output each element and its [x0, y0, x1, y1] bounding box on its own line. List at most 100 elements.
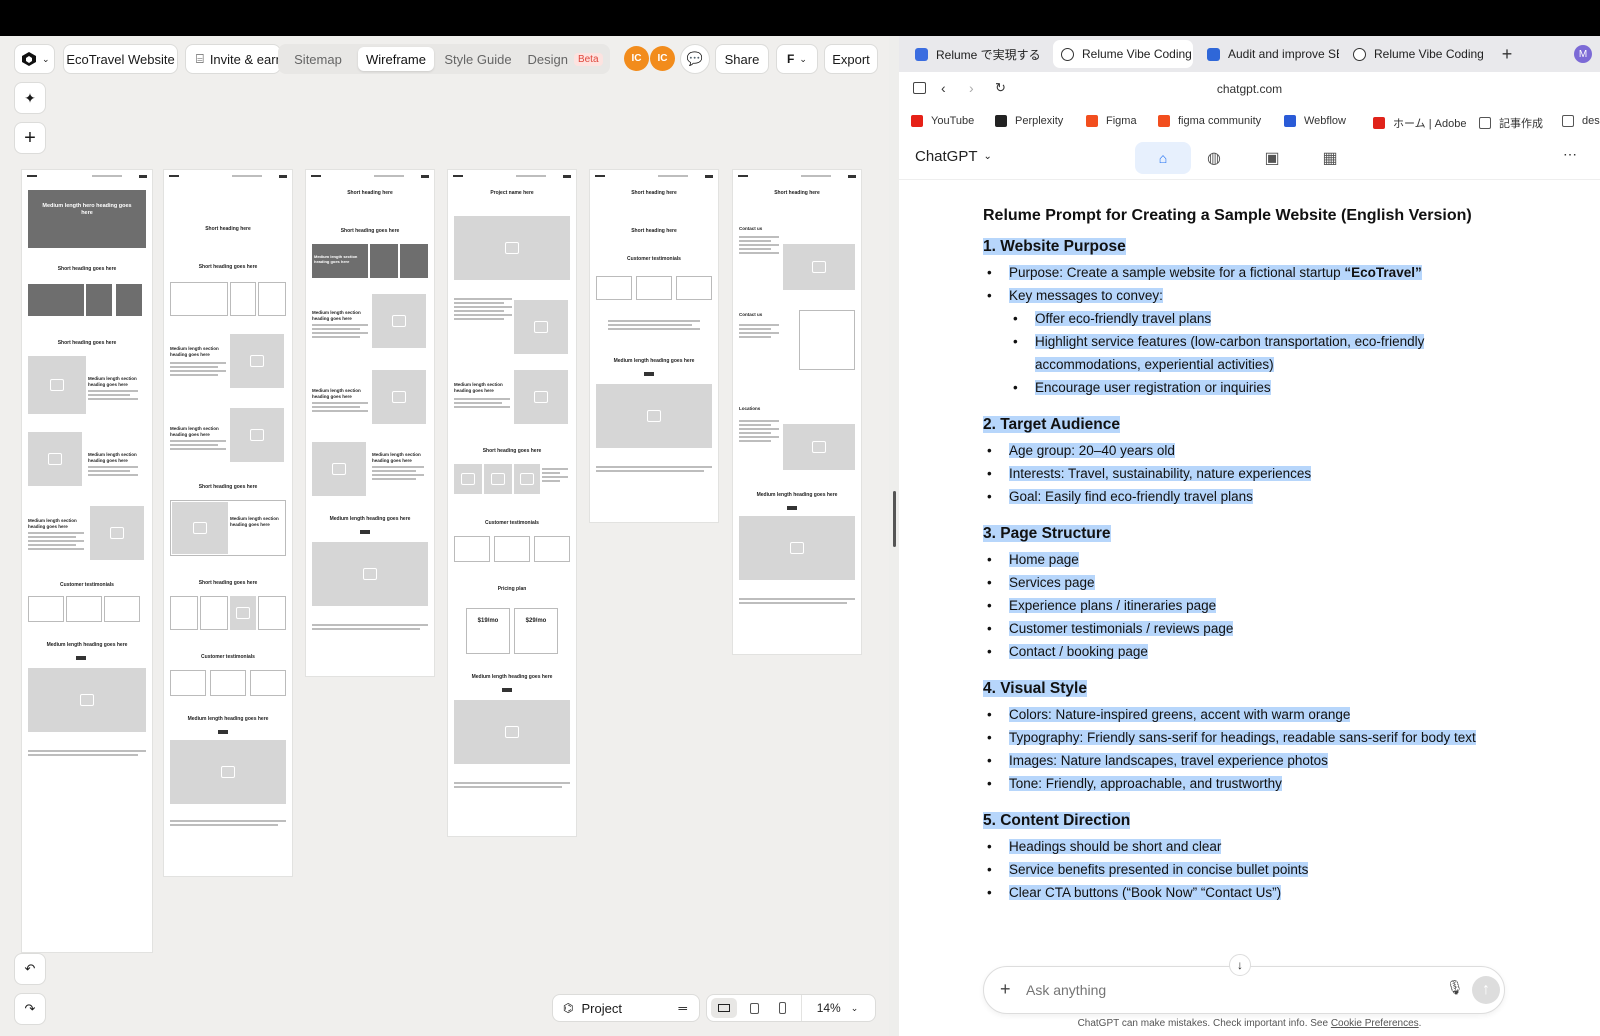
- bookmark-item[interactable]: ホーム | Adobe: [1373, 115, 1466, 131]
- cta-button: [644, 372, 654, 376]
- bookmark-item[interactable]: Perplexity: [995, 115, 1063, 127]
- image-placeholder: [454, 216, 570, 280]
- list-item-text: Images: Nature landscapes, travel experi…: [1009, 753, 1328, 768]
- new-tab-button[interactable]: +: [1495, 42, 1519, 66]
- chevron-down-icon: ⌄: [850, 1002, 859, 1013]
- arrow-down-icon: ↓: [1237, 958, 1243, 972]
- cta-button: [218, 730, 228, 734]
- list-item-text: Offer eco-friendly travel plans: [1035, 311, 1212, 326]
- image-placeholder: [28, 668, 146, 732]
- bookmark-item[interactable]: 記事作成: [1479, 115, 1543, 131]
- body-text-line: [739, 432, 771, 434]
- wireframe-page: Short heading here Short heading goes her…: [164, 170, 292, 876]
- body-text-line: [454, 406, 510, 408]
- body-text-line: [312, 324, 368, 326]
- list-item-text: Goal: Easily find eco-friendly travel pl…: [1009, 489, 1253, 504]
- wireframe-heading: Medium length heading goes here: [329, 516, 411, 522]
- browser-tab[interactable]: Audit and improve SE: [1199, 40, 1339, 68]
- feature-card: [258, 596, 286, 630]
- list-item-text: Colors: Nature-inspired greens, accent w…: [1009, 707, 1351, 722]
- feature-card: [400, 244, 428, 278]
- more-options-icon[interactable]: ⋯: [1563, 146, 1577, 163]
- url-text[interactable]: chatgpt.com: [899, 82, 1600, 96]
- body-text-line: [739, 602, 847, 604]
- bookmark-label: Perplexity: [1015, 115, 1064, 127]
- nav-button: [848, 175, 856, 178]
- microphone-icon[interactable]: 🎙: [1446, 979, 1464, 996]
- profile-avatar[interactable]: M: [1574, 45, 1592, 63]
- body-text-line: [88, 466, 138, 468]
- message-sections: 1. Website Purpose Purpose: Create a samp…: [983, 235, 1503, 904]
- wireframe-heading: Short heading here: [631, 190, 677, 196]
- list-item-text: Encourage user registration or inquiries: [1035, 380, 1271, 395]
- chat-input[interactable]: [1026, 979, 1406, 1001]
- resize-handle[interactable]: [893, 491, 896, 547]
- globe-icon: ◍: [1207, 150, 1221, 167]
- redo-button[interactable]: ↷: [14, 993, 46, 1025]
- browser-tab[interactable]: Relume Vibe Coding: [1345, 40, 1485, 68]
- browser-window: Relume で実現する「Vi Relume Vibe Coding Audit…: [899, 36, 1600, 1036]
- bookmark-label: Webflow: [1304, 115, 1346, 127]
- wireframe-heading: Customer testimonials: [485, 520, 539, 526]
- split-view-divider[interactable]: [889, 36, 899, 1036]
- wireframe-page: Short heading here Contact us Contact us Lo…: [733, 170, 861, 654]
- drag-handle-icon: ═: [678, 1001, 687, 1015]
- wireframe-heading: Short heading here: [774, 190, 820, 196]
- pricing-card: [514, 608, 558, 654]
- browser-tab-bar: Relume で実現する「Vi Relume Vibe Coding Audit…: [899, 36, 1600, 72]
- zoom-select[interactable]: 14% ⌄: [801, 995, 873, 1021]
- bookmark-item[interactable]: Webflow: [1284, 115, 1346, 127]
- nav-logo: [27, 175, 37, 177]
- message-section: 2. Target Audience Age group: 20–40 years…: [983, 413, 1503, 508]
- section-heading-text: 4. Visual Style: [983, 680, 1087, 697]
- testimonial-card: [170, 670, 206, 696]
- bookmark-item[interactable]: YouTube: [911, 115, 974, 127]
- home-tab[interactable]: ⌂: [1135, 142, 1191, 174]
- undo-button[interactable]: ↶: [14, 953, 46, 985]
- image-placeholder: [514, 370, 568, 424]
- list-item-text: Customer testimonials / reviews page: [1009, 621, 1234, 636]
- body-text-line: [372, 474, 424, 476]
- body-text-line: [88, 474, 138, 476]
- nav-logo: [595, 175, 605, 177]
- wireframe-heading: Locations: [739, 406, 761, 411]
- bookmark-label: Figma: [1106, 115, 1137, 127]
- image-placeholder: [783, 424, 855, 470]
- redo-icon: ↷: [24, 1001, 36, 1016]
- calendar-tab[interactable]: ▦: [1318, 146, 1342, 170]
- bookmark-item[interactable]: Figma: [1086, 115, 1137, 127]
- project-panel-button[interactable]: ⌬ Project ═: [552, 994, 700, 1022]
- bookmark-item[interactable]: des: [1562, 115, 1600, 127]
- globe-tab[interactable]: ◍: [1202, 146, 1226, 170]
- testimonial-card: [596, 276, 632, 300]
- bookmark-label: 記事作成: [1499, 118, 1543, 130]
- image-tab[interactable]: ▣: [1260, 146, 1284, 170]
- feature-card: [230, 282, 256, 316]
- list-item: Goal: Easily find eco-friendly travel pl…: [983, 485, 1503, 508]
- body-text-line: [170, 820, 286, 822]
- desktop-view-button[interactable]: [711, 998, 737, 1018]
- send-button[interactable]: ↑: [1472, 976, 1500, 1004]
- body-text-line: [312, 332, 368, 334]
- mobile-view-button[interactable]: [769, 998, 795, 1018]
- body-text-line: [170, 440, 226, 442]
- cookie-preferences-link[interactable]: Cookie Preferences: [1331, 1018, 1419, 1029]
- top-black-bar: [0, 0, 1600, 36]
- browser-tab-active[interactable]: Relume Vibe Coding: [1053, 40, 1193, 68]
- browser-tab[interactable]: Relume で実現する「Vi: [907, 40, 1047, 68]
- image-placeholder: [596, 384, 712, 448]
- body-text-line: [372, 466, 424, 468]
- plus-icon[interactable]: +: [1000, 979, 1011, 1000]
- feature-card: [258, 282, 286, 316]
- wireframe-heading: Short heading goes here: [198, 484, 258, 490]
- scroll-down-button[interactable]: ↓: [1229, 954, 1251, 976]
- body-text-line: [28, 544, 76, 546]
- list-item: Experience plans / itineraries page: [983, 594, 1503, 617]
- model-selector[interactable]: ChatGPT ⌄: [915, 148, 992, 165]
- feature-card: [370, 244, 398, 278]
- body-text-line: [608, 324, 692, 326]
- tablet-view-button[interactable]: [741, 998, 767, 1018]
- image-placeholder: [484, 464, 512, 494]
- body-text-line: [739, 248, 771, 250]
- bookmark-item[interactable]: figma community: [1158, 115, 1261, 127]
